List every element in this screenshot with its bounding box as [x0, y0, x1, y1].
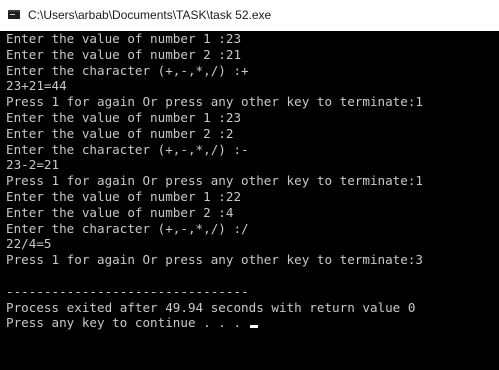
console-line: 23+21=44 — [6, 78, 67, 94]
console-line: Press 1 for again Or press any other key… — [6, 94, 424, 110]
console-line: Enter the value of number 1 :23 — [6, 109, 242, 125]
console-line: Enter the character (+,-,*,/) :/ — [6, 220, 249, 236]
console-line: Enter the value of number 2 :4 — [6, 204, 234, 220]
console-line: Press 1 for again Or press any other key… — [6, 252, 424, 268]
continue-prompt: Press any key to continue . . . — [6, 315, 249, 331]
console-separator: -------------------------------- — [6, 283, 249, 299]
console-line: Enter the value of number 1 :22 — [6, 188, 242, 204]
console-line: Enter the value of number 2 :21 — [6, 46, 242, 62]
console-app-icon — [8, 10, 20, 19]
console-line: 22/4=5 — [6, 236, 52, 252]
console-line: Press 1 for again Or press any other key… — [6, 173, 424, 189]
continue-prompt-line: Press any key to continue . . . — [6, 315, 499, 331]
process-exit-status: Process exited after 49.94 seconds with … — [6, 299, 416, 315]
title-bar[interactable]: C:\Users\arbab\Documents\TASK\task 52.ex… — [0, 0, 499, 31]
console-line: Enter the character (+,-,*,/) :- — [6, 141, 249, 157]
console-window: C:\Users\arbab\Documents\TASK\task 52.ex… — [0, 0, 499, 370]
console-output[interactable]: Enter the value of number 1 :23 Enter th… — [0, 31, 499, 370]
console-line: Enter the value of number 1 :23 — [6, 31, 242, 46]
console-line: Enter the character (+,-,*,/) :+ — [6, 62, 249, 78]
text-cursor — [249, 325, 258, 329]
console-line: 23-2=21 — [6, 157, 60, 173]
window-title: C:\Users\arbab\Documents\TASK\task 52.ex… — [28, 8, 272, 22]
console-line: Enter the value of number 2 :2 — [6, 125, 234, 141]
